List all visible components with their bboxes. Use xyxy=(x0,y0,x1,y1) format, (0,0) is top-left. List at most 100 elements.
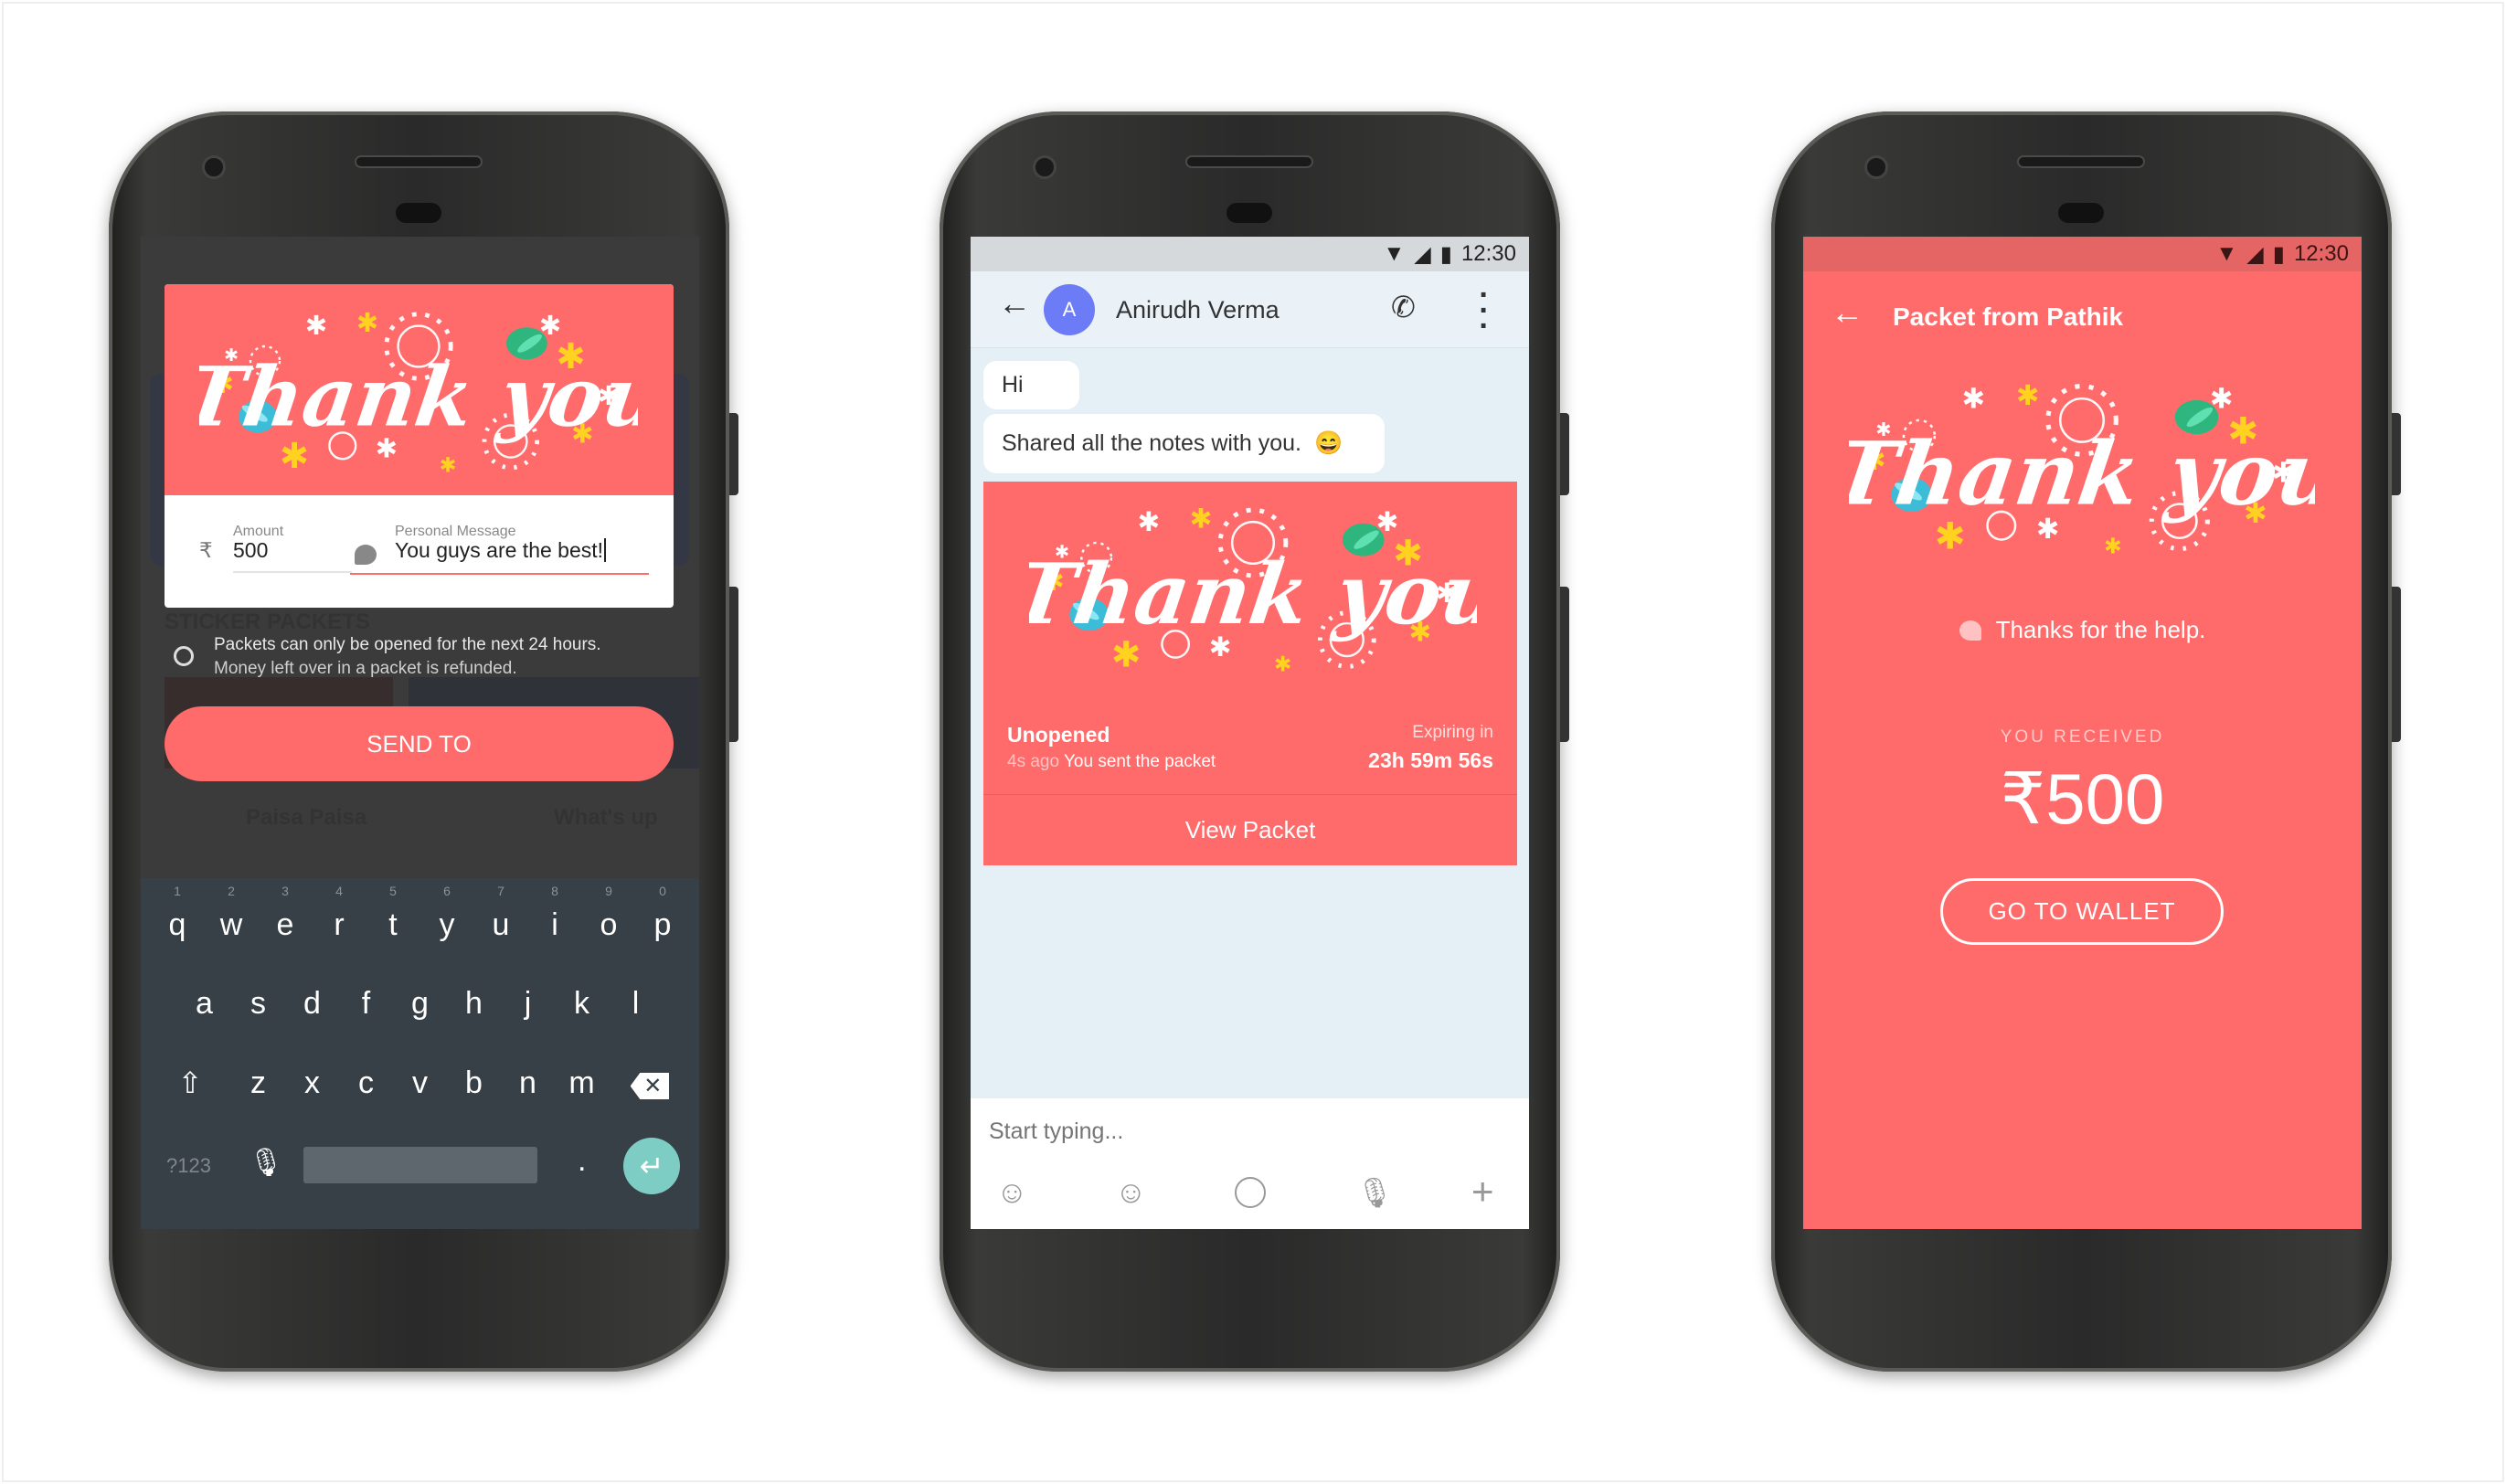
key-label: q xyxy=(168,907,186,942)
key-label: o xyxy=(600,907,618,942)
key-hint: 0 xyxy=(659,884,666,898)
amount-input[interactable]: 500 xyxy=(233,538,352,573)
packet-message: Thanks for the help. xyxy=(1803,616,2362,644)
thank-you-illustration: ✱ ✱ ✱✱ ✱✱ ✱✱ ✱ ✱ ✱ Thank you xyxy=(1825,380,2349,559)
key-o[interactable]: o9 xyxy=(582,884,636,943)
key-label: e xyxy=(276,907,294,942)
keyboard-row-1: q1w2e3r4t5y6u7i8o9p0 xyxy=(141,884,699,943)
volume-button xyxy=(1560,587,1569,742)
key-hint: 9 xyxy=(605,884,612,898)
svg-text:✱: ✱ xyxy=(1190,504,1213,535)
avatar[interactable]: A xyxy=(1044,284,1095,335)
back-arrow-icon[interactable]: ← xyxy=(1831,293,1864,332)
key-q[interactable]: q1 xyxy=(151,884,205,943)
key-label: n xyxy=(519,1065,536,1100)
go-to-wallet-button[interactable]: GO TO WALLET xyxy=(1940,878,2224,945)
back-arrow-icon[interactable]: ← xyxy=(998,284,1031,323)
message-input[interactable]: You guys are the best! xyxy=(350,538,649,575)
backspace-key[interactable]: ✕ xyxy=(609,1065,691,1101)
battery-icon: ▮ xyxy=(2272,241,2285,267)
phone-call-icon[interactable]: ✆ xyxy=(1391,290,1416,324)
key-hint: 6 xyxy=(443,884,451,898)
key-label: z xyxy=(250,1065,266,1100)
key-b[interactable]: b xyxy=(447,1065,501,1101)
key-j[interactable]: j xyxy=(501,986,555,1022)
packet-card: ✱ ✱ ✱ ✱ ✱ ✱ ✱ ✱ ✱ ✱ ✱ Thank you Amount ₹ 500 … xyxy=(165,284,674,608)
key-u[interactable]: u7 xyxy=(474,884,528,943)
chat-screen: ▼ ◢ ▮ 12:30 ← A Anirudh Verma ✆ · · · Hi Sha… xyxy=(971,237,1529,1229)
key-label: v xyxy=(412,1065,428,1100)
emoji-icon[interactable]: ☺ xyxy=(1115,1175,1147,1211)
key-n[interactable]: n xyxy=(501,1065,555,1101)
received-label: YOU RECEIVED xyxy=(2000,727,2165,747)
microphone-key[interactable]: 🎙︎ xyxy=(249,1147,283,1179)
key-k[interactable]: k xyxy=(555,986,609,1022)
key-hint: 2 xyxy=(228,884,235,898)
packet-status: Unopened xyxy=(1007,723,1110,747)
key-hint: 8 xyxy=(551,884,558,898)
key-x[interactable]: x xyxy=(285,1065,339,1101)
key-m[interactable]: m xyxy=(555,1065,609,1101)
symbols-key[interactable]: ?123 xyxy=(166,1154,211,1178)
key-label: y xyxy=(439,907,455,942)
key-z[interactable]: z xyxy=(231,1065,285,1101)
message-input[interactable] xyxy=(989,1111,1510,1151)
view-packet-button[interactable]: View Packet xyxy=(983,795,1517,865)
backspace-icon: ✕ xyxy=(630,1073,670,1099)
packet-received-screen: ▼ ◢ ▮ 12:30 ← Packet from Pathik ✱ ✱ ✱ ✱ ✱ ✱ … xyxy=(1803,237,2362,1229)
key-i[interactable]: i8 xyxy=(528,884,582,943)
gif-icon[interactable] xyxy=(1235,1177,1266,1208)
chat-input-area: ☺ ☺ 🎙︎ + xyxy=(971,1098,1529,1229)
key-hint: 3 xyxy=(281,884,289,898)
packet-message-card[interactable]: ✱ ✱ ✱ ✱ ✱ ✱ ✱ ✱ ✱ ✱ ✱ Thank you Unopened 4s a… xyxy=(983,482,1517,865)
space-bar[interactable] xyxy=(303,1147,537,1183)
info-line-1: Packets can only be opened for the next … xyxy=(214,635,601,654)
key-d[interactable]: d xyxy=(285,986,339,1022)
sticker-icon[interactable]: ☺ xyxy=(996,1175,1028,1211)
key-c[interactable]: c xyxy=(339,1065,393,1101)
thank-you-illustration: ✱ ✱ ✱✱ ✱✱ ✱✱ ✱ ✱ ✱ Thank you xyxy=(1005,504,1509,676)
key-w[interactable]: w2 xyxy=(205,884,259,943)
key-label: j xyxy=(524,986,532,1021)
key-label: s xyxy=(250,986,266,1021)
sensor xyxy=(1226,203,1272,223)
section-heading: STICKER PACKETS xyxy=(165,610,370,634)
chat-bubble-icon xyxy=(1959,620,1981,641)
key-r[interactable]: r4 xyxy=(313,884,366,943)
key-e[interactable]: e3 xyxy=(259,884,313,943)
shift-key[interactable]: ⇧ xyxy=(149,1065,231,1101)
enter-key[interactable]: ↵ xyxy=(623,1138,680,1194)
clock-icon xyxy=(174,646,194,666)
key-h[interactable]: h xyxy=(447,986,501,1022)
sticker-label: What's up xyxy=(554,805,658,830)
expiring-countdown: 23h 59m 56s xyxy=(1368,748,1493,772)
contact-name[interactable]: Anirudh Verma xyxy=(1116,296,1280,324)
key-y[interactable]: y6 xyxy=(420,884,474,943)
key-label: k xyxy=(574,986,589,1021)
period-key[interactable]: . xyxy=(578,1143,586,1179)
battery-icon: ▮ xyxy=(1439,241,1452,267)
key-a[interactable]: a xyxy=(177,986,231,1022)
grinning-emoji: 😄 xyxy=(1313,430,1343,456)
svg-text:✱: ✱ xyxy=(440,454,457,477)
more-options-icon[interactable]: · · · xyxy=(1475,280,1493,342)
key-v[interactable]: v xyxy=(393,1065,447,1101)
microphone-icon[interactable]: 🎙︎ xyxy=(1356,1175,1394,1210)
send-to-button[interactable]: SEND TO xyxy=(165,706,674,781)
card-art: ✱ ✱ ✱ ✱ ✱ ✱ ✱ ✱ ✱ ✱ ✱ Thank you xyxy=(1005,498,1509,684)
thank-you-lettering: Thank you xyxy=(1029,546,1477,643)
key-f[interactable]: f xyxy=(339,986,393,1022)
key-p[interactable]: p0 xyxy=(636,884,690,943)
status-time: 12:30 xyxy=(1460,241,1516,266)
message-value: You guys are the best! xyxy=(395,538,604,562)
key-t[interactable]: t5 xyxy=(366,884,420,943)
power-button xyxy=(729,413,738,495)
key-label: x xyxy=(304,1065,320,1100)
key-g[interactable]: g xyxy=(393,986,447,1022)
add-icon[interactable]: + xyxy=(1471,1170,1494,1214)
key-l[interactable]: l xyxy=(609,986,663,1022)
key-s[interactable]: s xyxy=(231,986,285,1022)
key-label: h xyxy=(465,986,483,1021)
key-label: g xyxy=(411,986,429,1021)
key-hint: 5 xyxy=(389,884,397,898)
